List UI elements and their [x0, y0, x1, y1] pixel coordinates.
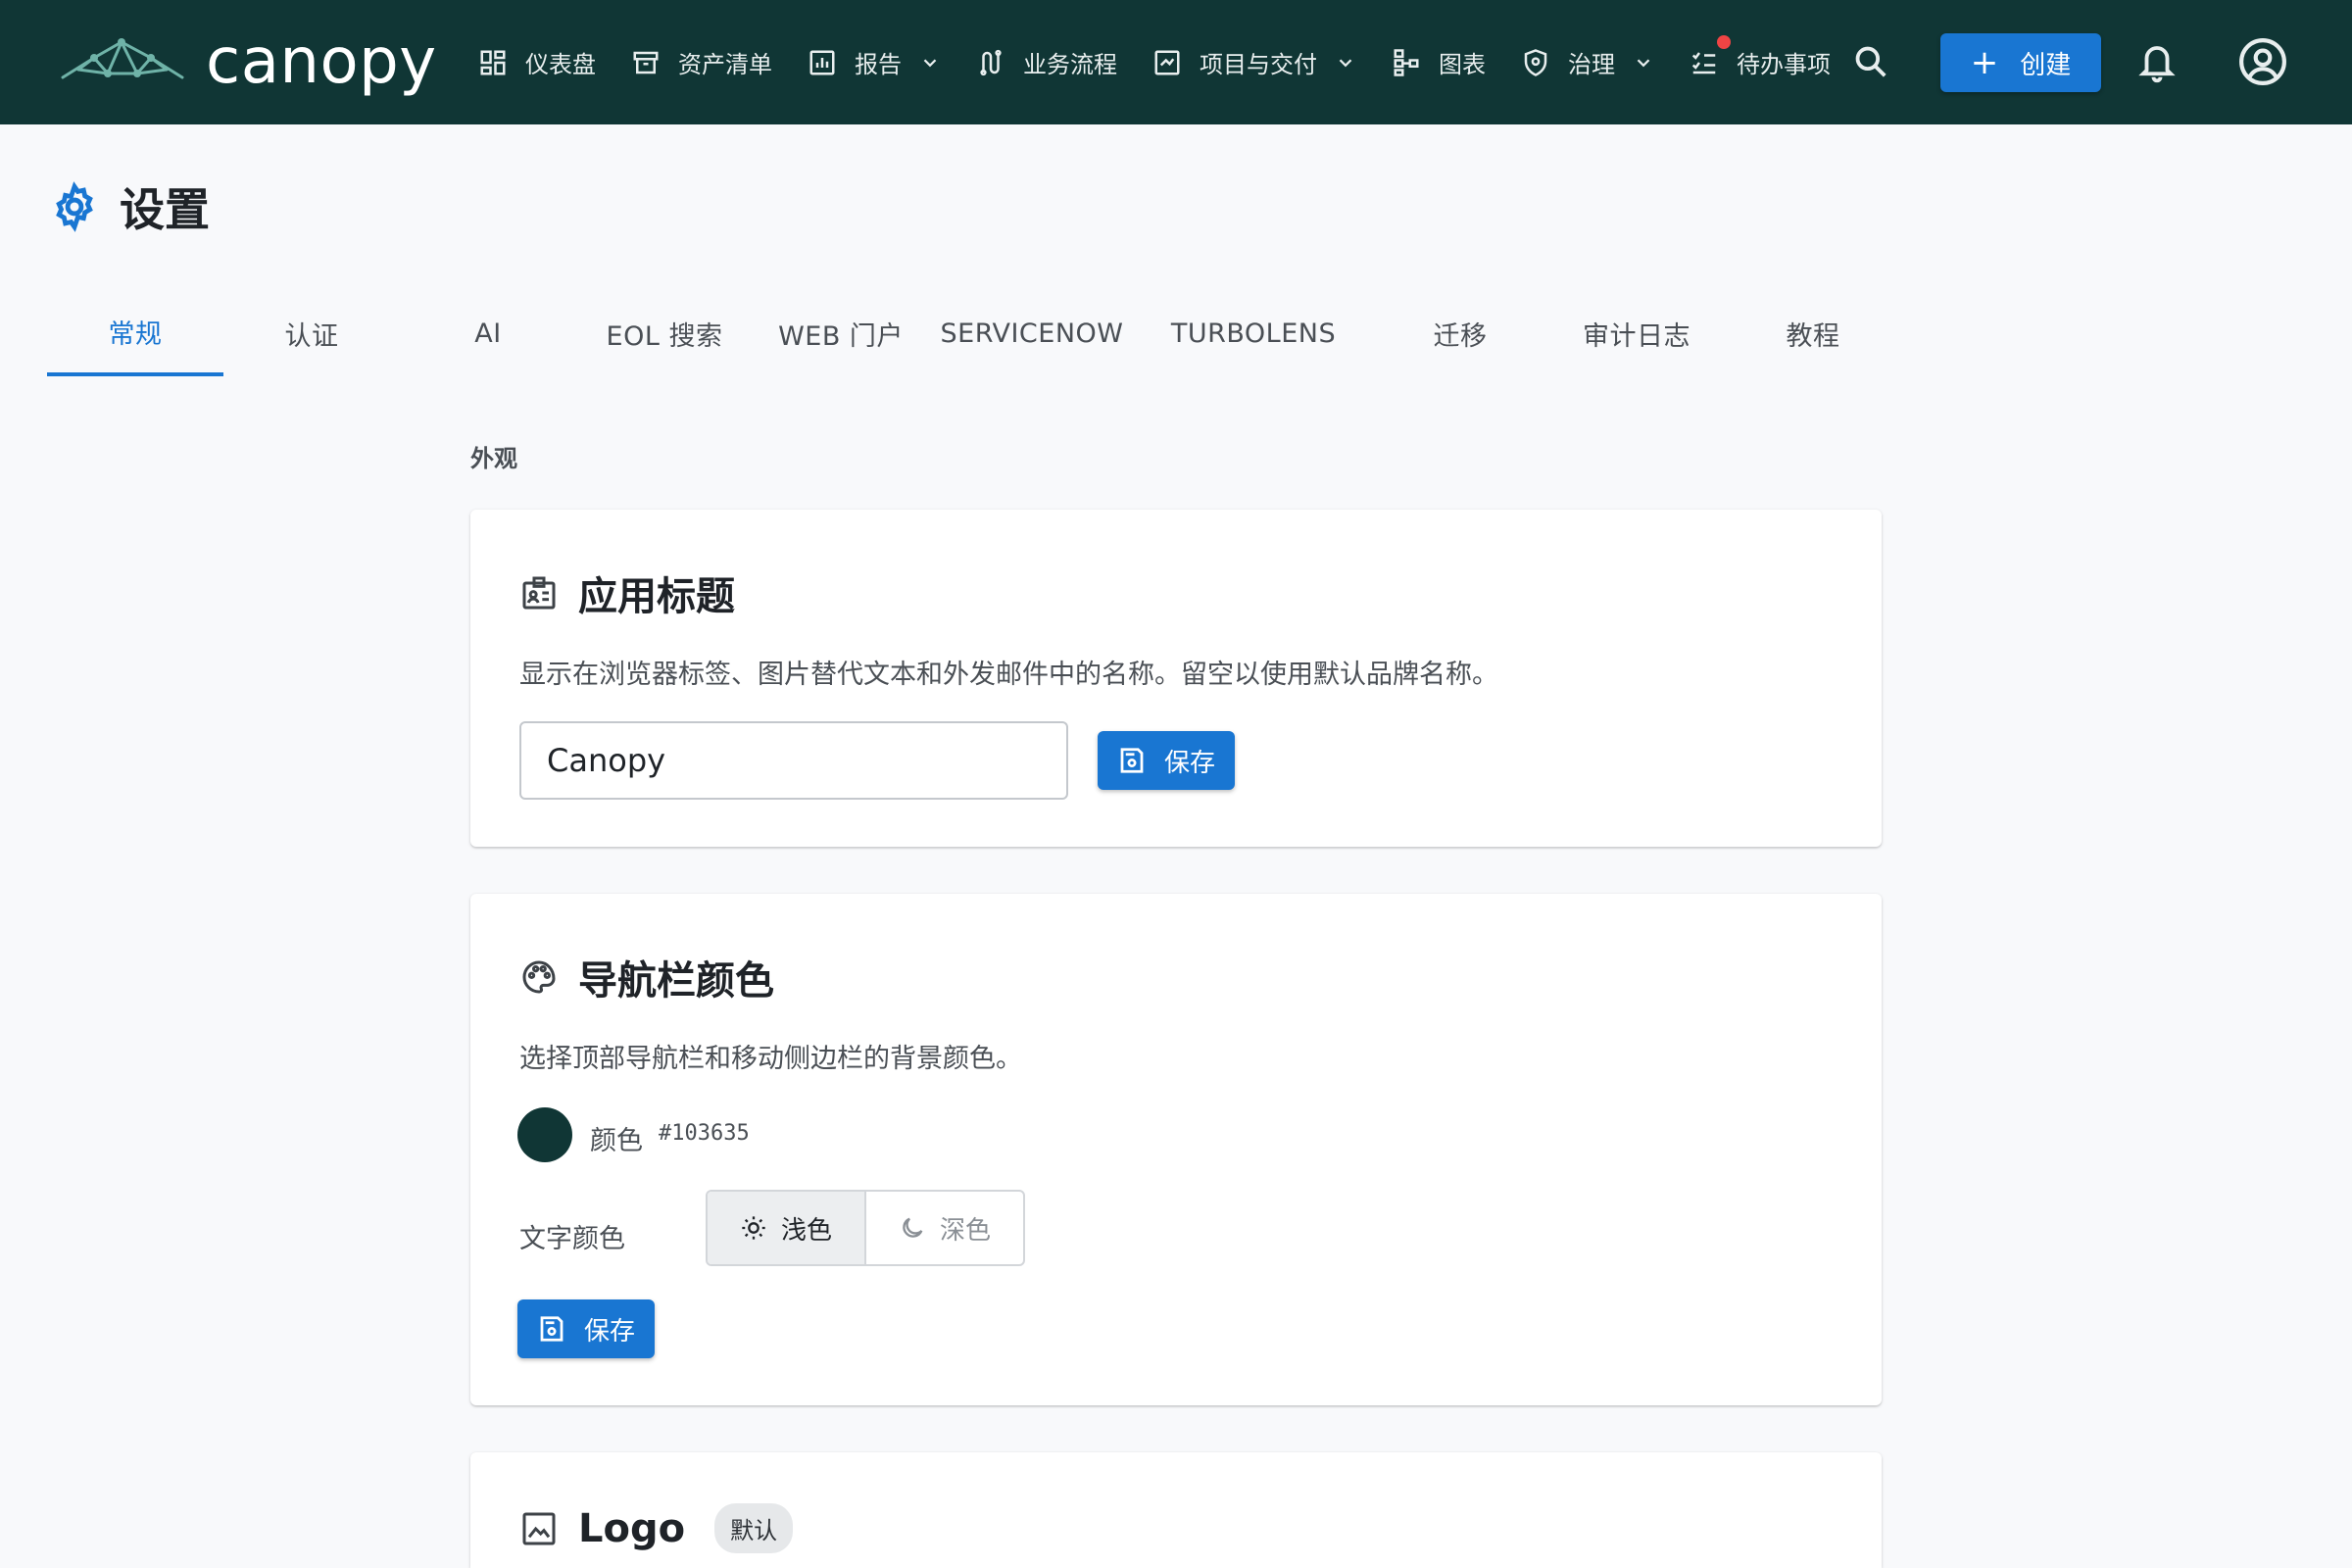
tab-web-portal[interactable]: WEB 门户 [753, 290, 929, 376]
section-label-appearance: 外观 [470, 445, 517, 472]
save-app-title-button[interactable]: 保存 [1098, 731, 1235, 790]
archive-icon [633, 51, 659, 74]
nav-item-governance[interactable]: 治理 [1521, 45, 1654, 79]
shield-icon [1524, 48, 1547, 76]
nav-item-dashboard[interactable]: 仪表盘 [478, 45, 596, 79]
tab-general[interactable]: 常规 [47, 290, 223, 376]
tab-auth[interactable]: 认证 [223, 290, 400, 376]
moon-icon [903, 1217, 923, 1238]
tab-migration[interactable]: 迁移 [1372, 290, 1548, 376]
chevron-down-icon [1339, 58, 1352, 67]
nav-item-reports[interactable]: 报告 [808, 45, 941, 79]
app-name: canopy [206, 25, 437, 98]
app-title-card: 应用标题 显示在浏览器标签、图片替代文本和外发邮件中的名称。留空以使用默认品牌名… [470, 510, 1882, 847]
nav-item-label: 治理 [1568, 51, 1615, 78]
card-title-text: 应用标题 [578, 574, 735, 619]
nav-item-label: 业务流程 [1023, 51, 1117, 78]
text-color-light-option[interactable]: 浅色 [708, 1192, 866, 1264]
search-icon[interactable] [1852, 43, 1889, 80]
card-title: 导航栏颜色 [519, 949, 774, 1005]
plus-icon: + [1970, 43, 1999, 82]
palette-icon [522, 960, 556, 994]
nav-item-label: 图表 [1439, 51, 1486, 78]
card-title: 应用标题 [519, 564, 735, 621]
color-hex-value: #103635 [659, 1121, 750, 1146]
nav-item-projects[interactable]: 项目与交付 [1152, 45, 1356, 79]
default-badge: 默认 [714, 1503, 794, 1553]
tab-servicenow[interactable]: SERVICENOW [929, 290, 1135, 376]
app-title-input[interactable] [519, 721, 1068, 800]
nav-item-label: 报告 [855, 51, 902, 78]
chevron-down-icon [923, 58, 937, 67]
tab-audit-log[interactable]: 审计日志 [1548, 290, 1725, 376]
navbar-color-card: 导航栏颜色 选择顶部导航栏和移动侧边栏的背景颜色。 颜色 #103635 文字颜… [470, 894, 1882, 1405]
nav-item-inventory[interactable]: 资产清单 [631, 45, 772, 79]
bell-icon[interactable] [2136, 39, 2178, 84]
tab-eol-search[interactable]: EOL 搜索 [576, 290, 753, 376]
light-option-label: 浅色 [780, 1215, 832, 1246]
save-icon [1120, 748, 1144, 773]
nav-item-label: 仪表盘 [525, 51, 596, 78]
text-color-label: 文字颜色 [519, 1224, 625, 1254]
dashboard-icon [480, 50, 506, 74]
nav-item-label: 资产清单 [678, 51, 772, 78]
card-title-text: 导航栏颜色 [578, 958, 774, 1004]
color-label: 颜色 [590, 1126, 643, 1156]
page-title-text: 设置 [120, 183, 210, 236]
dark-option-label: 深色 [939, 1215, 991, 1246]
id-badge-icon [522, 576, 556, 610]
save-icon [540, 1316, 564, 1342]
top-navbar: canopy 仪表盘 资产清单 报告 业务流程 项目与交付 图表 治理 待办事项… [0, 0, 2352, 124]
notification-dot [1717, 35, 1731, 49]
nav-item-label: 待办事项 [1737, 51, 1831, 78]
project-icon [1154, 50, 1180, 74]
save-button-label: 保存 [1163, 748, 1215, 778]
create-button[interactable]: + 创建 [1940, 33, 2101, 92]
gear-icon [56, 181, 93, 232]
image-icon [522, 1512, 556, 1544]
color-swatch[interactable] [517, 1107, 572, 1162]
tab-ai[interactable]: AI [400, 290, 576, 376]
create-button-label: 创建 [2020, 50, 2072, 80]
app-logo[interactable]: canopy [59, 25, 437, 98]
canopy-logo-icon [61, 38, 184, 79]
nav-item-todo[interactable]: 待办事项 [1690, 35, 1831, 79]
chevron-down-icon [1637, 58, 1650, 67]
report-chart-icon [809, 50, 835, 74]
tab-tutorial[interactable]: 教程 [1725, 290, 1901, 376]
main-nav: 仪表盘 资产清单 报告 业务流程 项目与交付 图表 治理 待办事项 [478, 0, 1866, 124]
card-description: 选择顶部导航栏和移动侧边栏的背景颜色。 [519, 1044, 1022, 1074]
save-navbar-color-button[interactable]: 保存 [517, 1299, 655, 1358]
settings-tabs: 常规 认证 AI EOL 搜索 WEB 门户 SERVICENOW TURBOL… [47, 290, 1901, 376]
nav-item-diagrams[interactable]: 图表 [1392, 45, 1486, 79]
card-title-text: Logo [578, 1505, 686, 1551]
checklist-icon [1691, 51, 1716, 74]
text-color-toggle: 浅色 深色 [706, 1190, 1025, 1266]
logo-card: Logo 默认 [470, 1452, 1882, 1568]
nav-item-label: 项目与交付 [1200, 51, 1317, 78]
diagram-icon [1394, 48, 1419, 76]
tab-turbolens[interactable]: TURBOLENS [1135, 290, 1372, 376]
workflow-icon [980, 49, 1002, 75]
card-description: 显示在浏览器标签、图片替代文本和外发邮件中的名称。留空以使用默认品牌名称。 [519, 660, 1498, 690]
text-color-dark-option[interactable]: 深色 [866, 1192, 1023, 1264]
sun-icon [742, 1216, 765, 1240]
nav-item-business-process[interactable]: 业务流程 [976, 45, 1117, 79]
card-title: Logo 默认 [519, 1503, 794, 1553]
account-circle-icon[interactable] [2238, 37, 2287, 86]
page-title: 设置 [49, 174, 210, 239]
save-button-label: 保存 [583, 1316, 635, 1347]
